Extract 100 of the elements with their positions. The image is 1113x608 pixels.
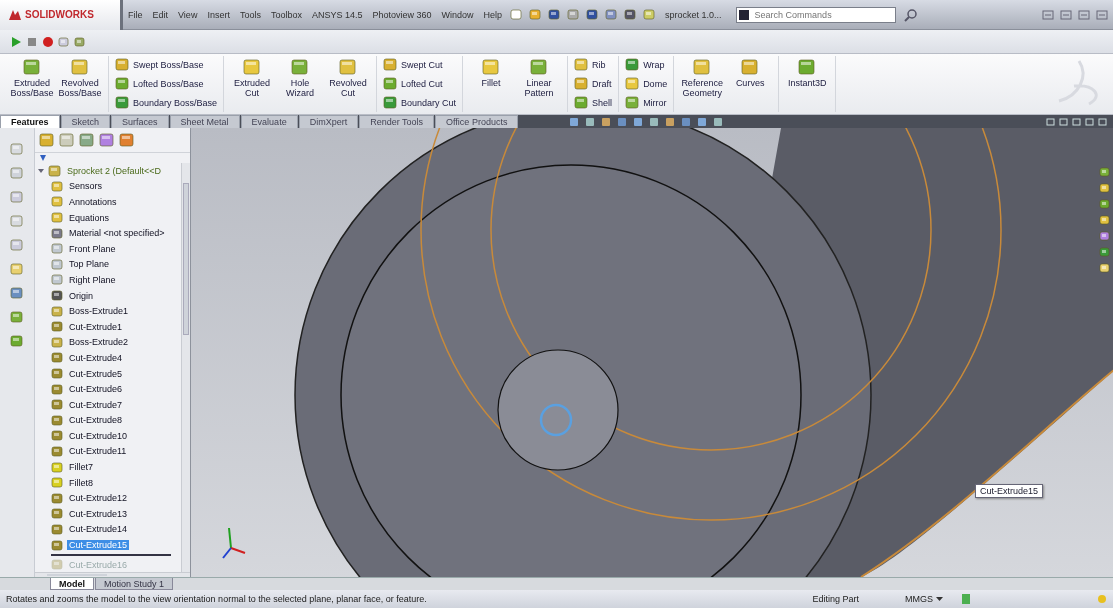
tree-item[interactable]: Cut-Extrude8 — [67, 415, 125, 426]
ribbon-button[interactable]: Linear Pattern — [517, 56, 562, 100]
feature-icon[interactable] — [383, 57, 399, 72]
feature-icon[interactable] — [51, 445, 64, 458]
feature-icon[interactable] — [23, 58, 41, 76]
ribbon-button[interactable]: Boundary Boss/Base — [115, 94, 218, 111]
feature-icon[interactable] — [115, 57, 130, 72]
feature-icon[interactable] — [798, 58, 817, 76]
ribbon-tab[interactable]: Surfaces — [111, 115, 169, 128]
rollback-bar[interactable] — [51, 553, 171, 556]
tree-item[interactable]: Fillet8 — [67, 477, 95, 488]
menu-item[interactable]: ANSYS 14.5 — [306, 9, 368, 20]
ribbon-button[interactable]: Hole Wizard — [278, 56, 323, 100]
tree-item[interactable]: Right Plane — [67, 274, 118, 285]
feature-icon[interactable] — [115, 95, 130, 110]
menu-item[interactable]: Help — [478, 9, 508, 20]
feature-icon[interactable] — [51, 491, 64, 505]
ribbon-button[interactable]: Fillet — [469, 56, 514, 90]
ribbon-button[interactable]: Boundary Cut — [383, 94, 457, 111]
ribbon-button[interactable]: Draft — [574, 75, 613, 92]
tree-item[interactable]: Annotations — [67, 197, 119, 207]
ribbon-button[interactable]: Lofted Cut — [383, 75, 457, 92]
feature-icon[interactable] — [51, 507, 64, 521]
tree-item[interactable]: Cut-Extrude12 — [67, 493, 130, 504]
ribbon-tab[interactable]: Sheet Metal — [169, 115, 240, 128]
tree-item[interactable]: Cut-Extrude10 — [67, 430, 130, 441]
ribbon-button[interactable]: Reference Geometry — [680, 56, 725, 100]
tree-item[interactable]: Cut-Extrude6 — [67, 384, 125, 395]
ribbon-button[interactable]: Instant3D — [785, 56, 830, 90]
part-icon[interactable] — [48, 163, 62, 178]
tree-item[interactable]: Fillet7 — [67, 462, 95, 473]
tree-item[interactable]: Cut-Extrude13 — [67, 508, 130, 519]
tree-item[interactable]: Cut-Extrude1 — [67, 321, 125, 332]
tree-item[interactable]: Equations — [67, 212, 112, 223]
menu-item[interactable]: Tools — [234, 9, 266, 20]
feature-icon[interactable] — [51, 351, 64, 365]
ribbon-button[interactable]: Extruded Boss/Base — [10, 56, 54, 100]
tree-item[interactable]: Cut-Extrude14 — [67, 524, 130, 535]
ribbon-button[interactable]: Swept Boss/Base — [115, 56, 218, 73]
tree-item[interactable]: Cut-Extrude5 — [67, 368, 125, 379]
ribbon-button[interactable]: Dome — [625, 75, 668, 92]
tree-item[interactable]: Cut-Extrude4 — [67, 352, 125, 363]
ribbon-button[interactable]: Swept Cut — [383, 56, 457, 73]
tree-item[interactable]: Front Plane — [67, 243, 118, 254]
filter-icon[interactable] — [39, 154, 47, 162]
menu-item[interactable]: Photoview 360 — [367, 9, 437, 20]
play-icon[interactable] — [10, 35, 22, 48]
tree-item[interactable]: Boss-Extrude1 — [67, 306, 131, 317]
ribbon-tab[interactable]: Features — [0, 115, 60, 128]
feature-icon[interactable] — [530, 58, 549, 76]
rebuild-status-icon[interactable] — [961, 593, 971, 605]
ribbon-button[interactable]: Wrap — [625, 56, 668, 73]
ribbon-tab[interactable]: Sketch — [60, 115, 111, 128]
menu-item[interactable]: Insert — [202, 9, 235, 20]
tree-item[interactable]: Sprocket 2 (Default<<D — [65, 165, 164, 176]
tree-item[interactable]: Boss-Extrude2 — [67, 337, 131, 348]
units-selector[interactable]: MMGS — [905, 594, 943, 604]
ribbon-button[interactable]: Revolved Boss/Base — [58, 56, 102, 100]
ribbon-button[interactable]: Mirror — [625, 94, 668, 111]
tree-item[interactable]: Top Plane — [67, 259, 112, 270]
menu-item[interactable]: File — [123, 9, 148, 20]
feature-icon[interactable] — [51, 367, 64, 380]
feature-icon[interactable] — [51, 398, 64, 412]
feature-icon[interactable] — [383, 95, 399, 110]
menu-item[interactable]: Toolbox — [265, 9, 307, 20]
ribbon-button[interactable]: Rib — [574, 56, 613, 73]
feature-icon[interactable] — [115, 76, 130, 91]
tree-item[interactable]: Origin — [67, 290, 95, 301]
search-icon[interactable] — [903, 7, 918, 22]
feature-icon[interactable] — [625, 95, 641, 110]
tree-item[interactable]: Cut-Extrude7 — [67, 399, 125, 410]
feature-icon[interactable] — [51, 382, 64, 396]
record-icon[interactable] — [42, 35, 54, 48]
feature-icon[interactable] — [383, 76, 399, 91]
ribbon-button[interactable]: Curves — [728, 56, 773, 90]
expand-arrow-icon[interactable] — [37, 166, 45, 175]
ribbon-button[interactable]: Revolved Cut — [326, 56, 371, 100]
tree-item[interactable]: Sensors — [67, 181, 105, 192]
ribbon-button[interactable]: Lofted Boss/Base — [115, 75, 218, 92]
ribbon-tab[interactable]: DimXpert — [298, 115, 359, 128]
ribbon-tab[interactable]: Office Products — [435, 115, 519, 128]
feature-icon[interactable] — [291, 58, 310, 76]
tree-item[interactable]: Material <not specified> — [67, 228, 167, 239]
ribbon-button[interactable]: Extruded Cut — [230, 56, 275, 100]
menu-item[interactable]: View — [173, 9, 203, 20]
model-tab[interactable]: Motion Study 1 — [95, 578, 174, 590]
menu-item[interactable]: Window — [436, 9, 479, 20]
feature-icon[interactable] — [51, 413, 64, 427]
feature-icon[interactable] — [51, 289, 64, 303]
feature-icon[interactable] — [51, 522, 64, 536]
feature-icon[interactable] — [51, 320, 64, 334]
scrollbar[interactable] — [181, 163, 190, 573]
stop-icon[interactable] — [26, 35, 38, 48]
tree-item[interactable]: Cut-Extrude11 — [67, 446, 129, 457]
menu-item[interactable]: Edit — [147, 9, 174, 20]
model-tab[interactable]: Model — [50, 578, 94, 590]
ribbon-tab[interactable]: Evaluate — [240, 115, 298, 128]
ribbon-button[interactable]: Shell — [574, 94, 613, 111]
feature-icon[interactable] — [574, 95, 590, 110]
feature-icon[interactable] — [574, 76, 590, 91]
